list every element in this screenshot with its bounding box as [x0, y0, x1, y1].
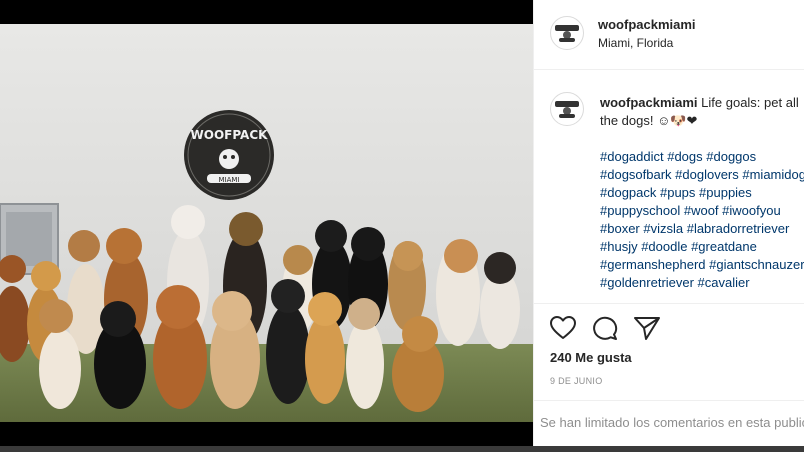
- hashtag-line[interactable]: #dogaddict #dogs #doggos: [600, 148, 804, 166]
- comments-limited-notice: Se han limitado los comentarios en esta …: [534, 400, 804, 446]
- post-date: 9 DE JUNIO: [550, 376, 603, 386]
- woofpack-sign: WOOFPACK MIAMI: [184, 110, 274, 200]
- post-actions: [550, 316, 660, 340]
- hashtag-line[interactable]: #germanshepherd #giantschnauzer: [600, 256, 804, 274]
- hashtag-line[interactable]: #dogpack #pups #puppies: [600, 184, 804, 202]
- share-icon[interactable]: [634, 316, 660, 340]
- caption-username[interactable]: woofpackmiami: [600, 95, 698, 110]
- woofpack-logo-icon: [555, 25, 579, 42]
- heart-icon[interactable]: [550, 316, 576, 340]
- post-side-panel: woofpackmiami Miami, Florida woofpackmia…: [533, 0, 804, 446]
- caption-avatar[interactable]: [550, 92, 584, 126]
- post-location[interactable]: Miami, Florida: [598, 36, 696, 50]
- hashtag-line[interactable]: #dogsofbark #doglovers #miamidogs: [600, 166, 804, 184]
- dogs-photo-illustration: WOOFPACK MIAMI: [0, 24, 533, 422]
- thumbnail-strip: [0, 446, 804, 452]
- hashtag-line[interactable]: #puppyschool #woof #iwoofyou: [600, 202, 804, 220]
- sign-subtitle: MIAMI: [219, 176, 240, 184]
- sign-title: WOOFPACK: [191, 128, 269, 142]
- post-author-username[interactable]: woofpackmiami: [598, 17, 696, 32]
- post-header: woofpackmiami Miami, Florida: [534, 0, 804, 70]
- hashtags: #dogaddict #dogs #doggos #dogsofbark #do…: [600, 148, 804, 292]
- top-black-bar: [0, 0, 533, 24]
- post-caption: woofpackmiami Life goals: pet all the do…: [600, 94, 804, 292]
- avatar[interactable]: [550, 16, 584, 50]
- hashtag-line[interactable]: #goldenretriever #cavalier: [600, 274, 804, 292]
- comment-icon[interactable]: [592, 316, 618, 340]
- hashtag-line[interactable]: #husjy #doodle #greatdane: [600, 238, 804, 256]
- hashtag-line[interactable]: #boxer #vizsla #labradorretriever: [600, 220, 804, 238]
- post-photo[interactable]: WOOFPACK MIAMI: [0, 24, 533, 422]
- likes-count[interactable]: 240 Me gusta: [550, 350, 632, 365]
- divider: [534, 303, 804, 304]
- woofpack-logo-icon: [555, 101, 579, 118]
